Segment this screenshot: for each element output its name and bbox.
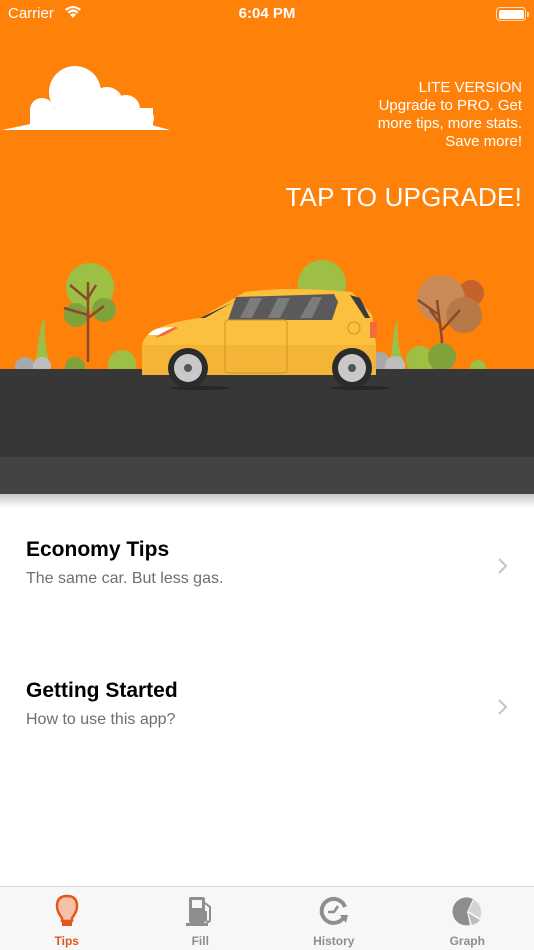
cloud-icon [2, 66, 170, 130]
lightbulb-icon [55, 894, 79, 926]
tab-tips[interactable]: Tips [0, 887, 134, 950]
list-item-title: Economy Tips [26, 538, 170, 561]
promo-line: LITE VERSION [418, 79, 522, 96]
tab-label: History [313, 934, 355, 948]
tab-fill[interactable]: Fill [134, 887, 268, 950]
clock: 6:04 PM [238, 5, 296, 22]
road-curb [0, 457, 534, 494]
car-road-illustration [0, 66, 534, 494]
tips-list: Economy Tips The same car. But less gas.… [0, 508, 534, 790]
banner-shadow [0, 494, 534, 508]
screen: Carrier 6:04 PM LITE VERSION Upgrade to … [0, 0, 534, 950]
promo-line: Upgrade to PRO. Get [378, 97, 522, 114]
promo-line: more tips, more stats. [377, 115, 522, 132]
promo-line: Save more! [445, 133, 522, 150]
tab-label: Graph [449, 934, 485, 948]
tab-label: Fill [191, 934, 209, 948]
history-clock-icon [319, 896, 348, 925]
tap-to-upgrade-button[interactable]: TAP TO UPGRADE! [285, 182, 522, 213]
promo-text: LITE VERSION Upgrade to PRO. Get more ti… [378, 79, 522, 151]
road [0, 369, 534, 457]
pie-chart-icon [452, 897, 482, 926]
tab-bar: Tips Fill History Graph [0, 886, 534, 950]
list-item-getting-started[interactable]: Getting Started How to use this app? [0, 649, 534, 790]
tab-label: Tips [54, 934, 79, 948]
tab-graph[interactable]: Graph [401, 887, 534, 950]
chevron-right-icon [498, 558, 508, 574]
list-item-title: Getting Started [26, 679, 178, 702]
chevron-right-icon [498, 699, 508, 715]
list-item-subtitle: How to use this app? [26, 711, 176, 728]
tab-history[interactable]: History [267, 887, 401, 950]
tree-left [63, 263, 116, 362]
status-bar: Carrier 6:04 PM [0, 0, 534, 28]
battery-icon [496, 7, 529, 21]
fuel-pump-icon [186, 897, 212, 926]
car-icon [142, 289, 390, 390]
upgrade-banner[interactable]: Carrier 6:04 PM LITE VERSION Upgrade to … [0, 0, 534, 500]
list-item-subtitle: The same car. But less gas. [26, 570, 224, 587]
list-item-economy-tips[interactable]: Economy Tips The same car. But less gas. [0, 508, 534, 649]
